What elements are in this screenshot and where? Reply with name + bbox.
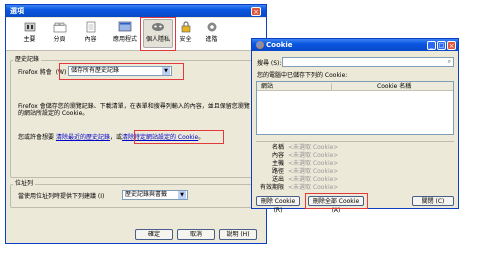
- tab-advanced[interactable]: 進階: [198, 20, 225, 47]
- urlbar-select[interactable]: 歷史記錄與書籤 ▼: [122, 190, 188, 200]
- options-title: 選項: [10, 7, 24, 15]
- options-close-button[interactable]: ×: [251, 7, 261, 16]
- detail-content-value: <未選取 Cookie>: [288, 152, 339, 159]
- col-header-cookie-name[interactable]: Cookie 名稱: [377, 83, 411, 90]
- cookie-list-header: 網站 Cookie 名稱: [257, 82, 453, 91]
- page-icon: [86, 21, 95, 33]
- gear-icon: [207, 22, 216, 32]
- ok-button[interactable]: 確定: [135, 229, 173, 240]
- options-window: 選項 × 主要 分頁 內容 應用程式 個人隱私 安全 進階 歷史記錄 Firef…: [5, 4, 267, 244]
- history-or: ，或: [109, 134, 122, 141]
- cookie-window: Cookie _ □ × 搜尋 (S): ⌕ 您的電腦中已儲存下列的 Cooki…: [251, 38, 459, 214]
- cookie-close-button[interactable]: 關閉 (C): [412, 196, 454, 206]
- remove-cookies-link-highlight: [134, 130, 224, 144]
- history-group-title: 歷史記錄: [13, 56, 42, 63]
- clear-recent-history-link[interactable]: 清除最近的歷史記錄: [56, 134, 110, 141]
- detail-path-value: <未選取 Cookie>: [288, 168, 339, 175]
- privacy-tab-highlight: [140, 17, 176, 51]
- detail-expires-label: 有效期限: [259, 184, 284, 191]
- tab-tabs-label: 分頁: [53, 36, 66, 43]
- switch-icon: [24, 22, 35, 32]
- detail-expires-value: <未選取 Cookie>: [288, 184, 339, 191]
- history-select-highlight: [59, 63, 184, 80]
- remove-all-cookies-highlight: [305, 193, 368, 209]
- urlbar-chevron-down-icon: ▼: [178, 191, 186, 199]
- urlbar-label: 當使用位址列時提供下列建議 (I): [18, 193, 105, 200]
- history-mode-prefix: Firefox 將會: [18, 69, 52, 76]
- detail-send-value: <未選取 Cookie>: [288, 176, 339, 183]
- tabs-icon: [53, 22, 66, 33]
- tab-applications[interactable]: 應用程式: [109, 20, 141, 47]
- options-titlebar: 選項: [6, 5, 266, 17]
- history-description: Firefox 會儲存您的瀏覽記錄、下載清單，在表單和搜尋列輸入的內容，並且保留…: [18, 103, 250, 117]
- col-header-site[interactable]: 網站: [261, 83, 273, 90]
- detail-send-label: 送出: [271, 176, 284, 183]
- detail-name-label: 名稱: [271, 144, 284, 151]
- cookie-details: 名稱 <未選取 Cookie> 內容 <未選取 Cookie> 主機 <未選取 …: [256, 141, 454, 193]
- help-button[interactable]: 說明 (H): [219, 229, 257, 240]
- cookie-search-input[interactable]: ⌕: [282, 57, 454, 67]
- search-icon: ⌕: [447, 58, 451, 65]
- maximize-button[interactable]: □: [437, 41, 446, 50]
- tab-applications-label: 應用程式: [112, 36, 137, 43]
- tab-security[interactable]: 安全: [172, 20, 199, 47]
- cookie-search-label: 搜尋 (S):: [257, 60, 282, 67]
- tab-main-label: 主要: [23, 36, 36, 43]
- minimize-button[interactable]: _: [427, 41, 436, 50]
- firefox-logo-icon: [256, 41, 264, 49]
- detail-host-value: <未選取 Cookie>: [288, 160, 339, 167]
- tab-main[interactable]: 主要: [16, 20, 43, 47]
- detail-name-value: <未選取 Cookie>: [288, 144, 339, 151]
- cookie-title: Cookie: [266, 41, 293, 49]
- cancel-button[interactable]: 取消: [177, 229, 215, 240]
- detail-path-label: 路徑: [271, 168, 284, 175]
- detail-content-label: 內容: [271, 152, 284, 159]
- tab-content-label: 內容: [84, 36, 97, 43]
- urlbar-select-value: 歷史記錄與書籤: [125, 191, 168, 198]
- tab-security-label: 安全: [179, 36, 192, 43]
- remove-cookie-button[interactable]: 刪除 Cookie (R): [256, 196, 300, 214]
- cookie-stored-label: 您的電腦中已儲存下列的 Cookie:: [257, 72, 348, 79]
- lock-icon: [181, 21, 190, 33]
- cookie-close-window-button[interactable]: ×: [447, 41, 456, 50]
- column-divider[interactable]: [331, 83, 332, 90]
- applications-icon: [118, 21, 132, 32]
- tab-tabs[interactable]: 分頁: [46, 20, 73, 47]
- history-you-may: 您或許會想要: [18, 134, 55, 141]
- urlbar-group-title: 位址列: [13, 180, 36, 187]
- tab-advanced-label: 進階: [205, 36, 218, 43]
- options-toolbar: 主要 分頁 內容 應用程式 個人隱私 安全 進階: [6, 18, 266, 51]
- detail-host-label: 主機: [271, 160, 284, 167]
- cookie-list[interactable]: 網站 Cookie 名稱: [256, 81, 454, 135]
- tab-content[interactable]: 內容: [77, 20, 104, 47]
